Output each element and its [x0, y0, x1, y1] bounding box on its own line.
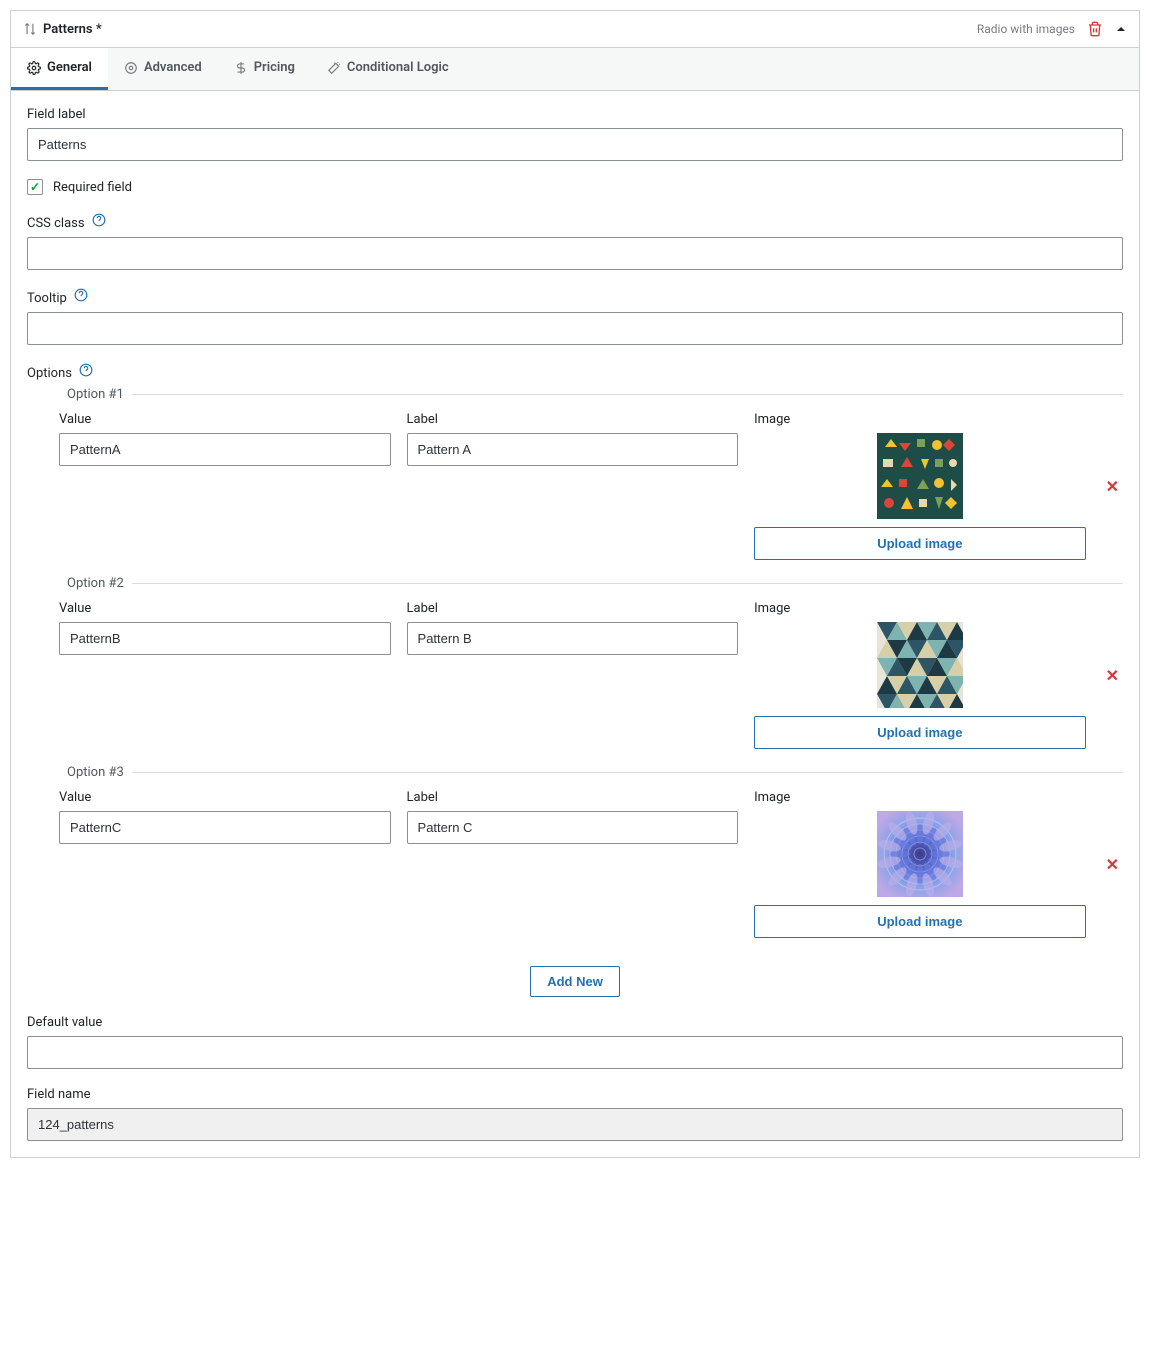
add-new-button[interactable]: Add New: [530, 966, 620, 997]
tab-advanced[interactable]: Advanced: [108, 48, 218, 90]
option-value-input[interactable]: [59, 811, 391, 844]
option-image-preview: [877, 622, 963, 708]
field-label-caption: Field label: [27, 107, 1123, 122]
tab-pricing[interactable]: Pricing: [218, 48, 311, 90]
option-value-caption: Value: [59, 790, 391, 805]
tab-label: Pricing: [254, 60, 295, 75]
option-label-col: Label: [407, 601, 739, 655]
option-label-caption: Label: [407, 412, 739, 427]
options-caption-text: Options: [27, 366, 72, 381]
field-type-label: Radio with images: [977, 22, 1075, 36]
css-class-group: CSS class: [27, 213, 1123, 270]
field-name-input[interactable]: [27, 1108, 1123, 1141]
option-image-col: Image: [754, 412, 1086, 560]
css-class-input[interactable]: [27, 237, 1123, 270]
option-2: Option #2 Value Label Image: [59, 576, 1123, 765]
panel-body: Field label Required field CSS class Too…: [11, 91, 1139, 1157]
help-icon[interactable]: [92, 213, 106, 227]
collapse-toggle[interactable]: [1115, 23, 1127, 35]
option-value-col: Value: [59, 412, 391, 466]
tab-label: Advanced: [144, 60, 202, 75]
field-name-group: Field name: [27, 1087, 1123, 1141]
tooltip-caption-text: Tooltip: [27, 291, 67, 306]
help-icon[interactable]: [74, 288, 88, 302]
upload-image-button[interactable]: Upload image: [754, 716, 1086, 749]
panel-header: Patterns * Radio with images: [11, 11, 1139, 48]
remove-option-button[interactable]: ✕: [1102, 855, 1123, 874]
tab-general[interactable]: General: [11, 48, 108, 90]
option-row: Value Label Image: [59, 591, 1123, 765]
option-legend: Option #2: [59, 576, 132, 591]
default-value-group: Default value: [27, 1015, 1123, 1069]
tab-label: General: [47, 60, 92, 75]
help-icon[interactable]: [79, 363, 93, 377]
default-value-caption: Default value: [27, 1015, 1123, 1030]
option-legend: Option #1: [59, 387, 132, 402]
option-label-input[interactable]: [407, 811, 739, 844]
sliders-icon: [124, 61, 138, 75]
option-1: Option #1 Value Label Image: [59, 387, 1123, 576]
remove-option-button[interactable]: ✕: [1102, 666, 1123, 685]
tooltip-caption: Tooltip: [27, 288, 1123, 306]
option-label-caption: Label: [407, 790, 739, 805]
css-class-caption-text: CSS class: [27, 216, 85, 231]
option-image-caption: Image: [754, 790, 1086, 805]
tab-bar: General Advanced Pricing Conditional Log…: [11, 48, 1139, 91]
drag-handle-icon[interactable]: [23, 22, 37, 36]
option-image-col: Image: [754, 601, 1086, 749]
field-name-caption: Field name: [27, 1087, 1123, 1102]
tooltip-input[interactable]: [27, 312, 1123, 345]
options-caption: Options: [27, 363, 1123, 381]
add-new-wrap: Add New: [27, 966, 1123, 997]
option-value-input[interactable]: [59, 622, 391, 655]
panel-title: Patterns *: [43, 22, 102, 37]
tab-label: Conditional Logic: [347, 60, 449, 75]
option-value-col: Value: [59, 790, 391, 844]
delete-button[interactable]: [1087, 21, 1103, 37]
option-label-input[interactable]: [407, 433, 739, 466]
remove-option-button[interactable]: ✕: [1102, 477, 1123, 496]
tab-conditional-logic[interactable]: Conditional Logic: [311, 48, 465, 90]
option-value-input[interactable]: [59, 433, 391, 466]
option-value-col: Value: [59, 601, 391, 655]
option-image-caption: Image: [754, 601, 1086, 616]
option-value-caption: Value: [59, 601, 391, 616]
gear-icon: [27, 61, 41, 75]
css-class-caption: CSS class: [27, 213, 1123, 231]
option-image-caption: Image: [754, 412, 1086, 427]
wand-icon: [327, 61, 341, 75]
upload-image-button[interactable]: Upload image: [754, 905, 1086, 938]
options-group: Options Option #1 Value Label: [27, 363, 1123, 997]
option-row: Value Label Image: [59, 402, 1123, 576]
option-value-caption: Value: [59, 412, 391, 427]
option-label-input[interactable]: [407, 622, 739, 655]
option-image-preview: [877, 811, 963, 897]
field-panel: Patterns * Radio with images General Adv…: [10, 10, 1140, 1158]
required-checkbox[interactable]: [27, 179, 43, 195]
option-label-col: Label: [407, 790, 739, 844]
option-legend: Option #3: [59, 765, 132, 780]
upload-image-button[interactable]: Upload image: [754, 527, 1086, 560]
option-3: Option #3 Value Label Image: [59, 765, 1123, 954]
required-field-row: Required field: [27, 179, 1123, 195]
required-label: Required field: [53, 180, 132, 195]
default-value-input[interactable]: [27, 1036, 1123, 1069]
dollar-icon: [234, 61, 248, 75]
option-label-caption: Label: [407, 601, 739, 616]
tooltip-group: Tooltip: [27, 288, 1123, 345]
option-image-col: Image: [754, 790, 1086, 938]
option-row: Value Label Image: [59, 780, 1123, 954]
field-label-input[interactable]: [27, 128, 1123, 161]
field-label-group: Field label: [27, 107, 1123, 161]
option-image-preview: [877, 433, 963, 519]
option-label-col: Label: [407, 412, 739, 466]
